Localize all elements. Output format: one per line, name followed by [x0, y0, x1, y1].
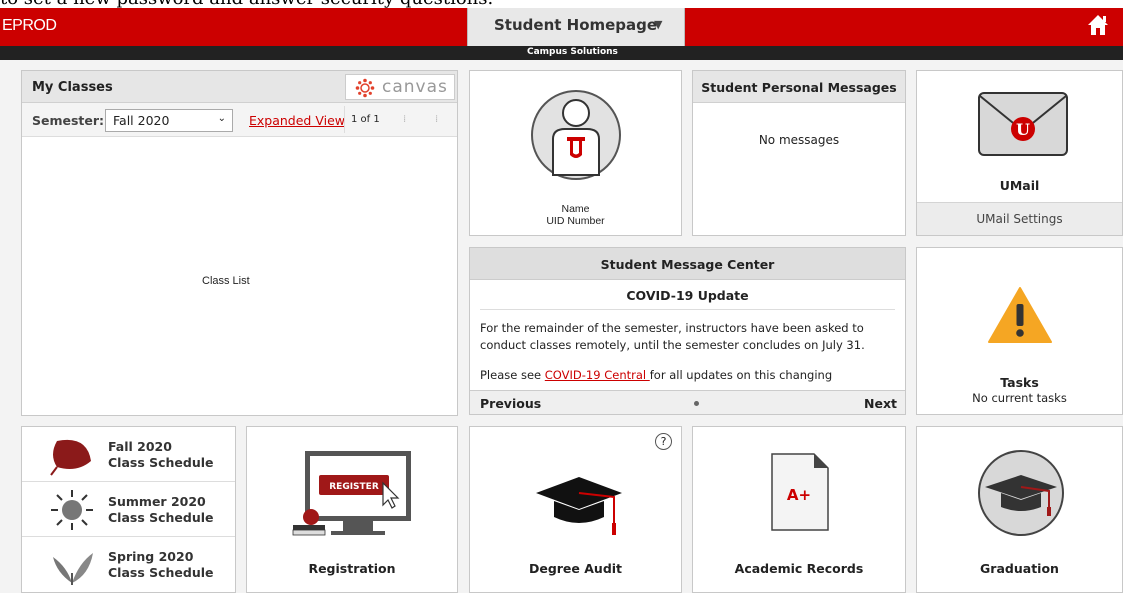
message-body-2-suffix: for all updates on this changing — [649, 368, 833, 382]
my-classes-tile: My Classes canvas Semester: Fall 2020 ⌄ … — [21, 70, 458, 416]
homepage-selector-label: Student Homepage — [494, 16, 658, 34]
schedule-term: Summer 2020 — [108, 494, 206, 509]
student-homepage: to set a new password and answer securit… — [0, 0, 1123, 593]
message-body: For the remainder of the semester, instr… — [480, 321, 865, 352]
personal-messages-title: Student Personal Messages — [693, 71, 905, 103]
class-schedules-tile: Fall 2020 Class Schedule Summer 2020 Cla… — [21, 426, 236, 593]
class-list-placeholder: Class List — [202, 275, 250, 287]
semester-value: Fall 2020 — [113, 113, 170, 128]
previous-button[interactable]: Previous — [480, 396, 541, 411]
register-button-text: REGISTER — [329, 482, 379, 492]
schedule-row-fall[interactable]: Fall 2020 Class Schedule — [22, 427, 235, 482]
message-body-2-prefix: Please see — [480, 368, 545, 382]
semester-bar: Semester: Fall 2020 ⌄ Expanded View 1 of… — [22, 103, 457, 137]
homepage-selector[interactable]: Student Homepage ▼ — [467, 8, 685, 46]
page-info: 1 of 1 — [351, 114, 380, 125]
canvas-logo-icon — [355, 78, 375, 98]
schedule-type: Class Schedule — [108, 510, 214, 525]
canvas-label: canvas — [382, 77, 448, 97]
student-name: Name — [561, 203, 590, 215]
my-classes-title: My Classes — [32, 80, 113, 95]
graduation-cap-circle-icon — [978, 450, 1064, 536]
message-center-title: Student Message Center — [470, 248, 905, 280]
environment-label: EPROD — [2, 17, 57, 34]
canvas-button[interactable]: canvas — [345, 74, 455, 100]
schedule-label: Fall 2020 Class Schedule — [108, 439, 214, 471]
register-computer-icon: REGISTER — [292, 451, 411, 536]
semester-label: Semester: — [32, 113, 105, 128]
message-center-tile: Student Message Center COVID-19 Update F… — [469, 247, 906, 415]
svg-text:U: U — [1016, 120, 1030, 139]
pagination: 1 of 1 ⁞ ⁞ — [344, 106, 454, 133]
student-uid: UID Number — [546, 215, 605, 227]
tasks-tile[interactable]: Tasks No current tasks — [916, 247, 1123, 415]
schedule-type: Class Schedule — [108, 455, 214, 470]
personal-messages-tile[interactable]: Student Personal Messages No messages — [692, 70, 906, 236]
academic-records-tile[interactable]: A+ Academic Records — [692, 426, 906, 593]
registration-title: Registration — [308, 561, 396, 576]
registration-tile[interactable]: REGISTER Registration — [246, 426, 458, 593]
schedule-type: Class Schedule — [108, 565, 214, 580]
student-name-block: Name UID Number — [470, 203, 681, 227]
expanded-view-link[interactable]: Expanded View — [249, 113, 345, 128]
semester-select[interactable]: Fall 2020 ⌄ — [105, 109, 233, 132]
academic-records-title: Academic Records — [734, 561, 864, 576]
leaves-icon — [53, 553, 93, 585]
umail-tile[interactable]: U UMail UMail Settings — [916, 70, 1123, 236]
covid-central-link[interactable]: COVID-19 Central — [545, 368, 650, 382]
schedule-label: Summer 2020 Class Schedule — [108, 494, 214, 526]
message-subject: COVID-19 Update — [480, 288, 895, 310]
envelope-icon: U — [978, 92, 1068, 156]
graduation-cap-icon — [536, 477, 622, 535]
warning-icon — [988, 287, 1052, 343]
profile-tile[interactable]: Name UID Number — [469, 70, 682, 236]
degree-audit-tile[interactable]: ? Degree Audit — [469, 426, 682, 593]
next-button[interactable]: Next — [864, 396, 897, 411]
schedule-term: Spring 2020 — [108, 549, 194, 564]
schedule-row-spring[interactable]: Spring 2020 Class Schedule — [22, 537, 235, 592]
tasks-status: No current tasks — [972, 391, 1067, 405]
no-messages-text: No messages — [758, 133, 840, 147]
schedule-label: Spring 2020 Class Schedule — [108, 549, 214, 581]
tasks-title: Tasks — [1000, 375, 1039, 390]
document-grade-icon: A+ — [771, 453, 829, 531]
sun-icon — [51, 490, 93, 530]
message-body-2: Please see COVID-19 Central for all upda… — [470, 354, 905, 382]
grade-text: A+ — [787, 486, 811, 504]
schedule-row-summer[interactable]: Summer 2020 Class Schedule — [22, 482, 235, 537]
campus-solutions-label: Campus Solutions — [527, 47, 618, 57]
autumn-leaf-icon — [50, 439, 91, 476]
sub-header-bar: Campus Solutions — [0, 46, 1123, 60]
student-avatar-icon — [531, 90, 621, 180]
help-icon[interactable]: ? — [655, 433, 672, 450]
umail-title: UMail — [999, 178, 1040, 193]
graduation-title: Graduation — [980, 561, 1059, 576]
degree-audit-title: Degree Audit — [528, 561, 623, 576]
graduation-tile[interactable]: Graduation — [916, 426, 1123, 593]
previous-page-icon[interactable]: ⁞ — [403, 114, 406, 125]
chevron-down-icon: ⌄ — [217, 113, 226, 124]
next-page-icon[interactable]: ⁞ — [435, 114, 438, 125]
home-icon[interactable] — [1085, 12, 1111, 38]
carousel-dot[interactable] — [694, 401, 699, 406]
my-classes-header: My Classes canvas — [22, 71, 457, 103]
umail-settings-link[interactable]: UMail Settings — [917, 202, 1122, 235]
caret-down-icon: ▼ — [654, 18, 663, 31]
message-center-footer: Previous Next — [470, 390, 905, 414]
schedule-term: Fall 2020 — [108, 439, 172, 454]
